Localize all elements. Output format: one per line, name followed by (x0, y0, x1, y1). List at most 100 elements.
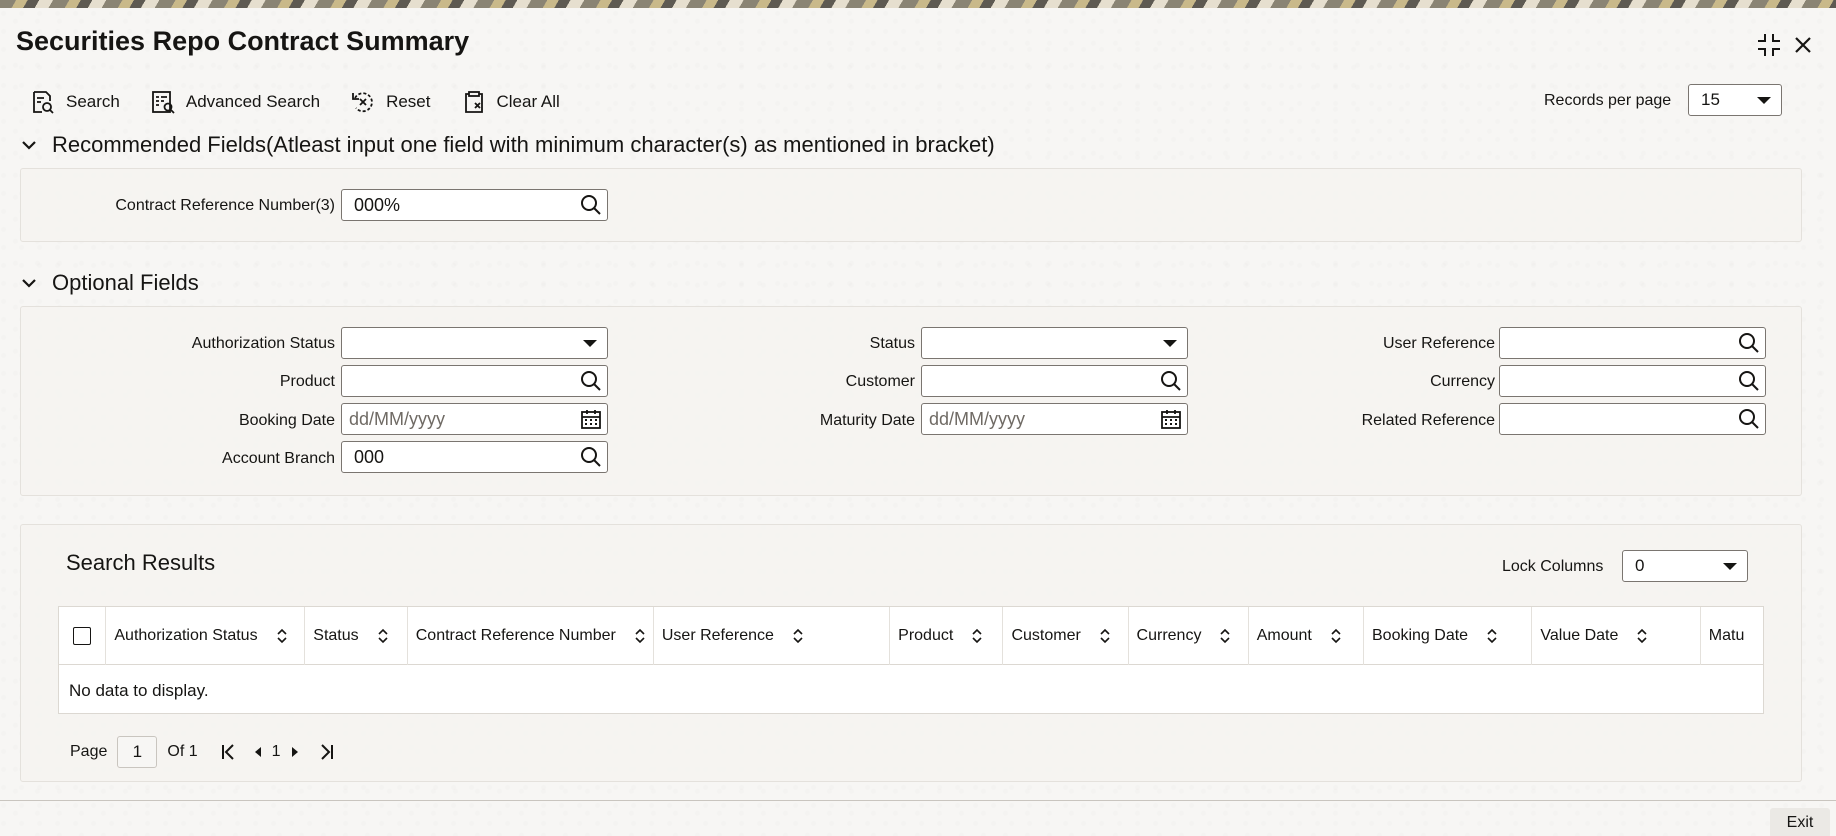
contract-ref-value: 000% (354, 194, 401, 215)
search-icon[interactable] (1159, 369, 1183, 393)
sort-icon[interactable] (1636, 628, 1648, 644)
sort-icon[interactable] (276, 628, 288, 644)
account-branch-value: 000 (354, 446, 385, 467)
clear-all-button[interactable]: Clear All (461, 89, 560, 115)
booking-date-input[interactable]: dd/MM/yyyy (341, 403, 608, 435)
search-icon[interactable] (1737, 407, 1761, 431)
records-per-page-value: 15 (1701, 90, 1720, 109)
background-strip (0, 0, 1836, 8)
search-icon[interactable] (579, 369, 603, 393)
column-header-customer[interactable]: Customer (1003, 607, 1129, 665)
sort-icon[interactable] (634, 628, 646, 644)
maturity-date-input[interactable]: dd/MM/yyyy (921, 403, 1188, 435)
advanced-search-icon (151, 91, 175, 114)
lock-columns-select[interactable]: 0 (1622, 550, 1748, 582)
sort-icon[interactable] (971, 628, 983, 644)
chevron-down-icon (1723, 563, 1737, 570)
search-button-label: Search (66, 92, 120, 111)
search-icon[interactable] (1737, 331, 1761, 355)
column-header-authorization-status[interactable]: Authorization Status (106, 607, 306, 665)
sort-icon[interactable] (1219, 628, 1231, 644)
column-label: Matu (1708, 627, 1745, 644)
sort-icon[interactable] (377, 628, 389, 644)
sort-icon[interactable] (1486, 628, 1498, 644)
column-header-booking-date[interactable]: Booking Date (1364, 607, 1533, 665)
chevron-down-icon (22, 279, 36, 288)
currency-input[interactable] (1499, 365, 1766, 397)
search-icon[interactable] (579, 193, 603, 217)
contract-ref-label: Contract Reference Number(3) (115, 197, 335, 214)
pagination: Page 1 Of 1 1 (70, 736, 337, 768)
status-label: Status (869, 335, 915, 352)
column-header-amount[interactable]: Amount (1249, 607, 1364, 665)
clear-all-label: Clear All (496, 92, 560, 111)
page-number-value: 1 (132, 742, 143, 761)
chevron-down-icon (1163, 340, 1177, 347)
column-label: Value Date (1540, 627, 1619, 644)
results-table: Authorization Status Status Contract Ref… (58, 606, 1764, 714)
summary-window: Securities Repo Contract Summary Search … (0, 8, 1836, 836)
column-header-status[interactable]: Status (305, 607, 408, 665)
previous-page-icon[interactable] (250, 741, 266, 763)
column-header-user-reference[interactable]: User Reference (654, 607, 891, 665)
advanced-search-button[interactable]: Advanced Search (150, 89, 320, 115)
customer-input[interactable] (921, 365, 1188, 397)
calendar-icon[interactable] (579, 407, 603, 431)
page-of-label: Of 1 (167, 743, 198, 760)
page-label: Page (70, 743, 108, 760)
column-header-value-date[interactable]: Value Date (1532, 607, 1701, 665)
related-reference-input[interactable] (1499, 403, 1766, 435)
last-page-icon[interactable] (315, 741, 337, 763)
status-select[interactable] (921, 327, 1188, 359)
column-label: Currency (1136, 627, 1202, 644)
sort-icon[interactable] (792, 628, 804, 644)
user-reference-label: User Reference (1382, 335, 1495, 352)
lock-columns-label: Lock Columns (1502, 558, 1604, 575)
product-label: Product (279, 373, 335, 390)
sort-icon[interactable] (1330, 628, 1342, 644)
column-label: Product (898, 627, 954, 644)
optional-fields-toggle[interactable]: Optional Fields (20, 270, 199, 296)
records-per-page-select[interactable]: 15 (1688, 84, 1782, 116)
account-branch-input[interactable]: 000 (341, 441, 608, 473)
column-label: Authorization Status (114, 627, 258, 644)
column-header-currency[interactable]: Currency (1129, 607, 1249, 665)
current-page-number: 1 (271, 743, 281, 760)
column-header-product[interactable]: Product (890, 607, 1004, 665)
column-header-maturity-date[interactable]: Matu (1701, 607, 1763, 665)
records-per-page-label: Records per page (1544, 92, 1672, 109)
search-icon[interactable] (1737, 369, 1761, 393)
chevron-down-icon (22, 141, 36, 150)
column-label: Amount (1256, 627, 1312, 644)
account-branch-label: Account Branch (222, 450, 335, 467)
clipboard-clear-icon (464, 91, 483, 113)
page-title: Securities Repo Contract Summary (16, 26, 470, 56)
toolbar: Search Advanced Search Reset Clear All (30, 84, 560, 120)
maturity-date-label: Maturity Date (819, 412, 915, 429)
minimize-icon[interactable] (1754, 30, 1784, 60)
calendar-icon[interactable] (1159, 407, 1183, 431)
select-all-checkbox[interactable] (73, 627, 91, 645)
first-page-icon[interactable] (218, 741, 240, 763)
product-input[interactable] (341, 365, 608, 397)
recommended-fields-toggle[interactable]: Recommended Fields(Atleast input one fie… (20, 132, 995, 158)
authorization-status-select[interactable] (341, 327, 608, 359)
recommended-fields-heading: Recommended Fields(Atleast input one fie… (52, 132, 995, 157)
contract-ref-input[interactable]: 000% (341, 189, 608, 221)
sort-icon[interactable] (1099, 628, 1111, 644)
maturity-date-placeholder: dd/MM/yyyy (929, 408, 1026, 429)
footer-divider (0, 800, 1836, 801)
next-page-icon[interactable] (287, 741, 303, 763)
search-icon[interactable] (579, 445, 603, 469)
lock-columns-value: 0 (1635, 556, 1645, 575)
reset-button[interactable]: Reset (350, 89, 431, 115)
page-number-input[interactable]: 1 (117, 736, 158, 768)
user-reference-input[interactable] (1499, 327, 1766, 359)
column-header-contract-reference-number[interactable]: Contract Reference Number (408, 607, 654, 665)
exit-button-label: Exit (1786, 814, 1814, 831)
search-button[interactable]: Search (30, 89, 120, 115)
close-icon[interactable] (1788, 30, 1818, 60)
recommended-fields-panel: Contract Reference Number(3) 000% (20, 168, 1802, 242)
exit-button[interactable]: Exit (1770, 808, 1830, 836)
empty-table-message: No data to display. (69, 681, 209, 700)
